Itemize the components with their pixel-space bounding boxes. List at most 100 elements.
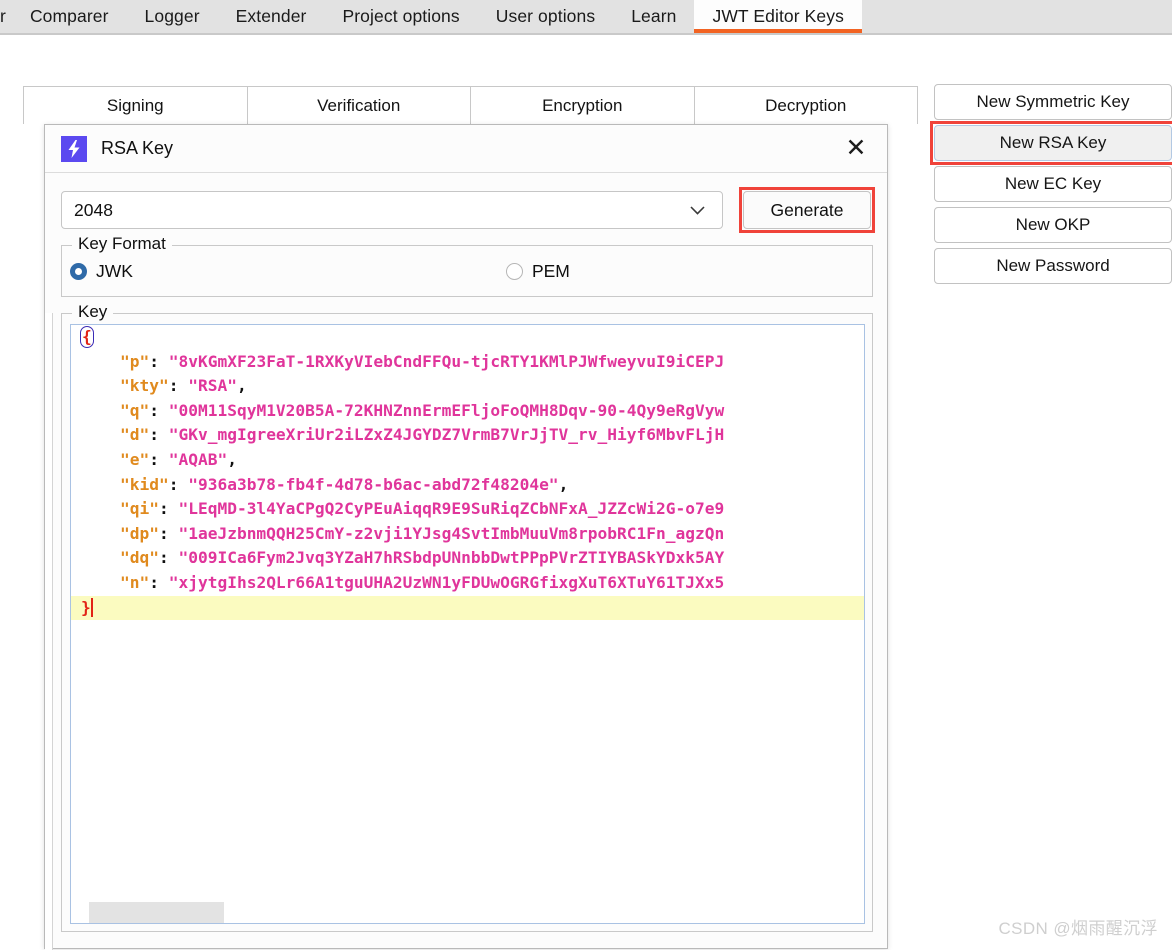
chevron-down-icon bbox=[688, 201, 706, 219]
tab-decryption[interactable]: Decryption bbox=[695, 87, 918, 124]
json-key: "e" bbox=[119, 449, 150, 469]
new-rsa-key-highlight: New RSA Key bbox=[930, 121, 1172, 165]
radio-unselected-icon bbox=[505, 262, 523, 280]
code-line: "kid": "936a3b78-fb4f-4d78-b6ac-abd72f48… bbox=[71, 473, 864, 498]
json-comma: , bbox=[558, 474, 569, 494]
key-size-value: 2048 bbox=[74, 199, 113, 220]
json-colon: : bbox=[149, 449, 169, 469]
button-label: New EC Key bbox=[1004, 174, 1102, 193]
main-tab-label: Logger bbox=[144, 6, 200, 26]
json-colon: : bbox=[149, 400, 169, 420]
new-password-button[interactable]: New Password bbox=[934, 248, 1172, 284]
code-line: "d": "GKv_mgIgreeXriUr2iLZxZ4JGYDZ7VrmB7… bbox=[71, 423, 864, 448]
main-tab-project-options[interactable]: Project options bbox=[324, 0, 477, 33]
code-line: "p": "8vKGmXF23FaT-1RXKyVIebCndFFQu-tjcR… bbox=[71, 350, 864, 375]
key-size-row: 2048 Generate bbox=[45, 187, 889, 233]
json-comma: , bbox=[227, 449, 237, 469]
editor-horizontal-scrollbar[interactable] bbox=[71, 901, 864, 923]
generate-button-highlight: Generate bbox=[739, 187, 875, 233]
main-tab-extender[interactable]: Extender bbox=[218, 0, 325, 33]
json-colon: : bbox=[168, 474, 189, 494]
main-tab-jwt-editor-keys[interactable]: JWT Editor Keys bbox=[694, 0, 862, 33]
main-tab-label: r bbox=[0, 6, 6, 26]
main-tab-learn[interactable]: Learn bbox=[613, 0, 694, 33]
json-colon: : bbox=[158, 499, 179, 519]
key-legend: Key bbox=[72, 302, 114, 322]
radio-option-jwk[interactable]: JWK bbox=[70, 261, 133, 282]
tab-label: Encryption bbox=[542, 95, 623, 115]
key-size-select[interactable]: 2048 bbox=[61, 191, 723, 229]
json-key: "kid" bbox=[119, 474, 169, 494]
json-key: "kty" bbox=[119, 376, 169, 396]
main-tab-label: Project options bbox=[342, 6, 460, 26]
text-caret bbox=[90, 597, 93, 617]
json-colon: : bbox=[158, 523, 179, 543]
main-tab-logger[interactable]: Logger bbox=[127, 0, 218, 33]
json-value: "8vKGmXF23FaT-1RXKyVIebCndFFQu-tjcRTY1KM… bbox=[168, 351, 725, 371]
button-label: New RSA Key bbox=[999, 133, 1107, 152]
tab-label: Verification bbox=[317, 95, 401, 115]
main-tab-bar-filler bbox=[861, 0, 1172, 33]
json-key: "q" bbox=[119, 400, 150, 420]
button-label: New Symmetric Key bbox=[976, 92, 1130, 111]
code-line: "dq": "009ICa6Fym2Jvq3YZaH7hRSbdpUNnbbDw… bbox=[71, 546, 864, 571]
main-tab-comparer[interactable]: Comparer bbox=[12, 0, 127, 33]
tab-label: Decryption bbox=[765, 95, 847, 115]
main-tab-bar: r Comparer Logger Extender Project optio… bbox=[0, 0, 1172, 33]
json-value: "GKv_mgIgreeXriUr2iLZxZ4JGYDZ7VrmB7VrJjT… bbox=[168, 425, 725, 445]
key-json-code: { "p": "8vKGmXF23FaT-1RXKyVIebCndFFQu-tj… bbox=[71, 325, 864, 621]
rsa-key-dialog: RSA Key ✕ 2048 Generate Key Format JWK P… bbox=[44, 124, 889, 950]
json-comma: , bbox=[236, 376, 247, 396]
radio-selected-icon bbox=[70, 262, 87, 280]
close-icon[interactable]: ✕ bbox=[839, 132, 873, 166]
generate-button[interactable]: Generate bbox=[743, 191, 871, 229]
json-key: "qi" bbox=[119, 499, 159, 519]
main-tab-user-options[interactable]: User options bbox=[478, 0, 613, 33]
key-format-options: JWK PEM bbox=[62, 246, 872, 296]
key-json-editor[interactable]: { "p": "8vKGmXF23FaT-1RXKyVIebCndFFQu-tj… bbox=[70, 324, 865, 924]
new-ec-key-button[interactable]: New EC Key bbox=[934, 166, 1172, 202]
code-line: { bbox=[71, 325, 864, 350]
new-key-button-column: New Symmetric Key New RSA Key New EC Key… bbox=[930, 84, 1172, 284]
json-colon: : bbox=[149, 572, 169, 592]
radio-option-pem[interactable]: PEM bbox=[505, 261, 570, 282]
key-group: Key { "p": "8vKGmXF23FaT-1RXKyVIebCndFFQ… bbox=[61, 302, 873, 932]
json-value: "00M11SqyM1V20B5A-72KHNZnnErmEFljoFoQMH8… bbox=[168, 400, 725, 420]
new-symmetric-key-button[interactable]: New Symmetric Key bbox=[934, 84, 1172, 120]
key-category-tabs: Signing Verification Encryption Decrypti… bbox=[23, 86, 918, 124]
code-line: "kty": "RSA", bbox=[71, 374, 864, 399]
button-label: Generate bbox=[770, 199, 844, 220]
tab-encryption[interactable]: Encryption bbox=[471, 87, 695, 124]
code-line: "qi": "LEqMD-3l4YaCPgQ2CyPEuAiqqR9E9SuRi… bbox=[71, 497, 864, 522]
key-format-group: Key Format JWK PEM bbox=[61, 234, 873, 297]
dialog-left-scroll-strip[interactable] bbox=[45, 313, 53, 950]
json-colon: : bbox=[158, 548, 179, 568]
button-label: New OKP bbox=[1015, 215, 1091, 234]
tab-verification[interactable]: Verification bbox=[248, 87, 471, 124]
tab-signing[interactable]: Signing bbox=[24, 87, 248, 124]
new-rsa-key-button[interactable]: New RSA Key bbox=[934, 125, 1172, 161]
main-tab-label: Extender bbox=[235, 6, 307, 26]
json-value: "RSA" bbox=[188, 376, 237, 396]
new-okp-button[interactable]: New OKP bbox=[934, 207, 1172, 243]
main-tab-partial[interactable]: r bbox=[0, 0, 12, 33]
json-colon: : bbox=[149, 425, 169, 445]
main-tab-label: Learn bbox=[631, 6, 677, 26]
json-colon: : bbox=[149, 351, 169, 371]
code-line: "n": "xjytgIhs2QLr66A1tguUHA2UzWN1yFDUwO… bbox=[71, 571, 864, 596]
code-line: "e": "AQAB", bbox=[71, 448, 864, 473]
lightning-bolt-icon bbox=[61, 135, 87, 162]
json-close-brace: } bbox=[81, 597, 91, 617]
editor-horizontal-scrollbar-thumb[interactable] bbox=[89, 902, 224, 923]
dialog-title-bar: RSA Key ✕ bbox=[45, 125, 887, 173]
code-line: "q": "00M11SqyM1V20B5A-72KHNZnnErmEFljoF… bbox=[71, 399, 864, 424]
